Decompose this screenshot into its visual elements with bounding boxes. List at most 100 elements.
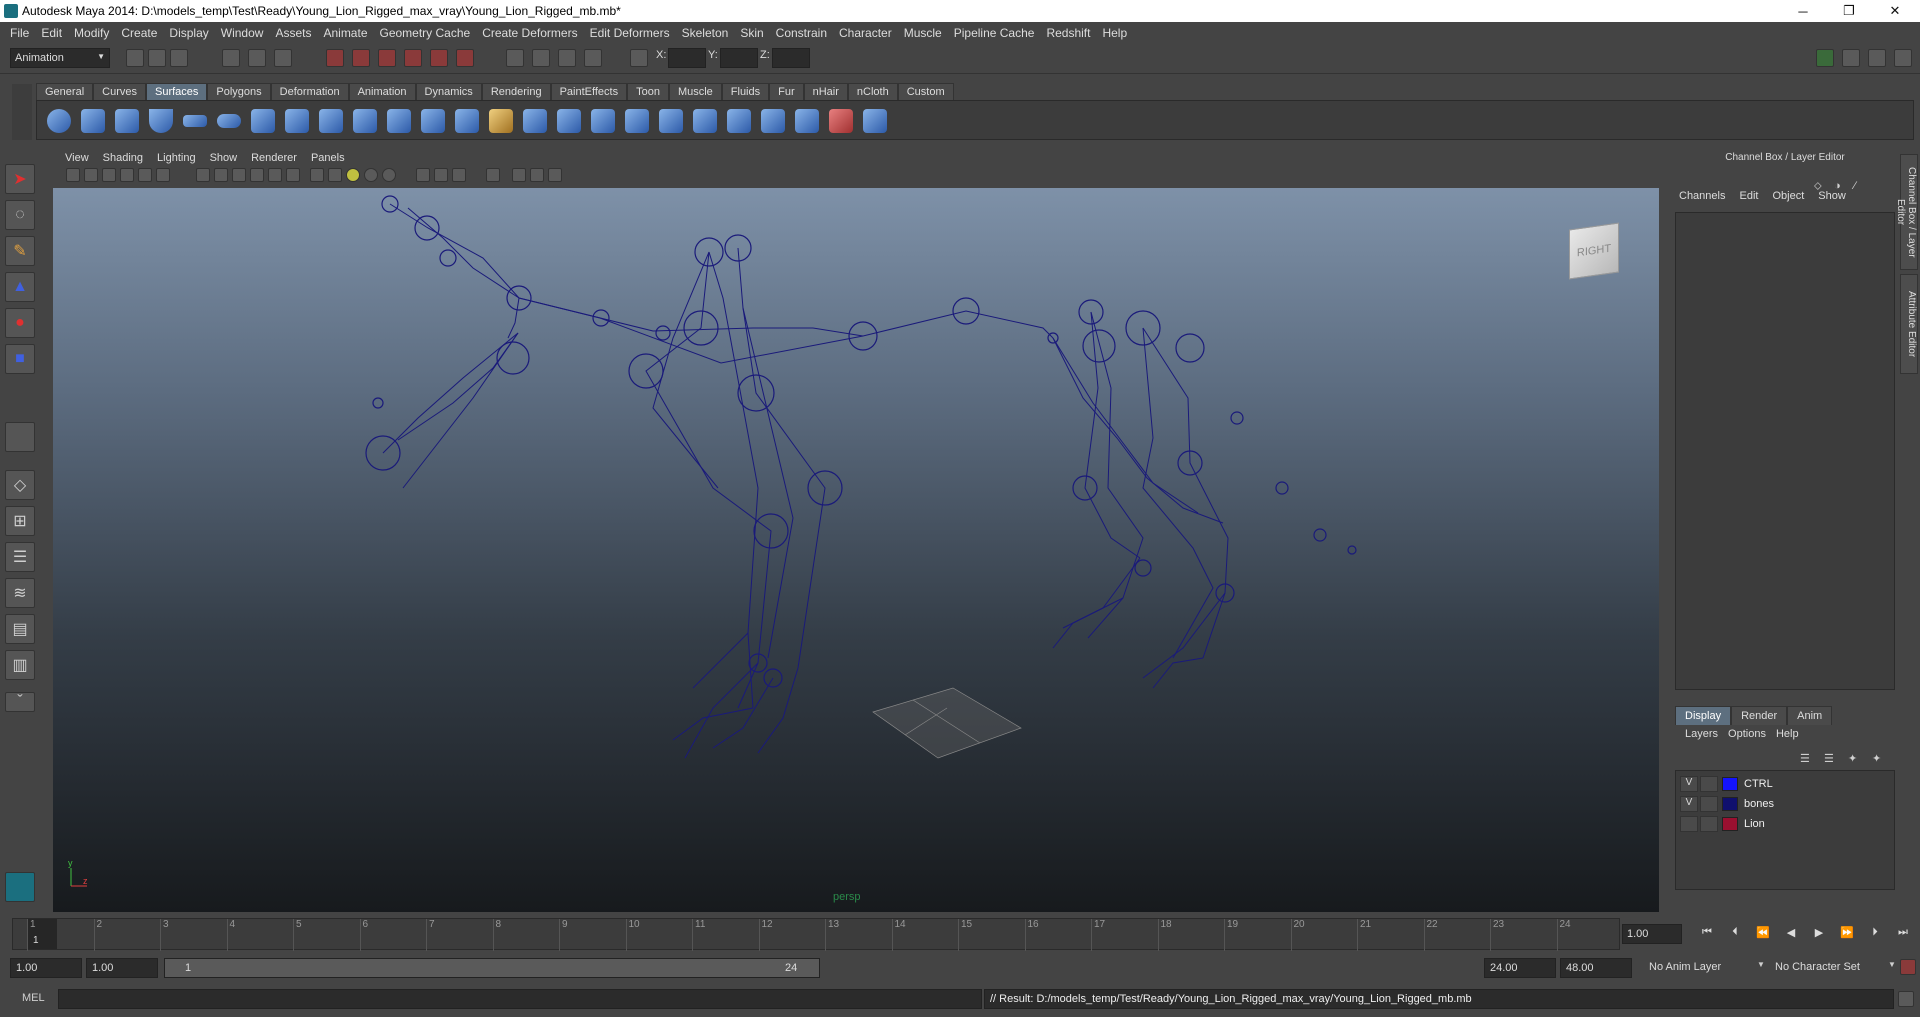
menu-constrain[interactable]: Constrain — [770, 26, 833, 40]
view-cube[interactable]: RIGHT — [1565, 218, 1627, 280]
isolate-select-icon[interactable] — [310, 168, 324, 182]
move-tool-icon[interactable]: ▲ — [5, 272, 35, 302]
menu-set-selector[interactable]: Animation ▼ — [10, 48, 110, 68]
new-layer-icon[interactable]: ✦ — [1848, 752, 1857, 765]
field-chart-icon[interactable] — [530, 168, 544, 182]
menu-file[interactable]: File — [4, 26, 35, 40]
anim-layer-selector[interactable]: No Anim Layer — [1644, 958, 1754, 978]
hud-icon[interactable] — [452, 168, 466, 182]
layer-row[interactable]: V CTRL — [1680, 775, 1892, 793]
make-live-icon[interactable] — [430, 49, 448, 67]
menu-create-deformers[interactable]: Create Deformers — [476, 26, 583, 40]
paint-select-tool-icon[interactable]: ✎ — [5, 236, 35, 266]
loft-icon[interactable] — [285, 109, 309, 133]
panel-menu-lighting[interactable]: Lighting — [150, 152, 203, 164]
snap-curve-icon[interactable] — [352, 49, 370, 67]
command-language-label[interactable]: MEL — [22, 992, 45, 1004]
nurbs-sphere-icon[interactable] — [47, 109, 71, 133]
show-tool-settings-icon[interactable] — [1868, 49, 1886, 67]
render-view-icon[interactable] — [506, 49, 524, 67]
shelf-tab-ncloth[interactable]: nCloth — [847, 83, 898, 100]
select-tool-icon[interactable]: ➤ — [5, 164, 35, 194]
select-object-icon[interactable] — [248, 49, 266, 67]
select-hierarchy-icon[interactable] — [222, 49, 240, 67]
nurbs-cylinder-icon[interactable] — [115, 109, 139, 133]
project-curve-icon[interactable] — [523, 109, 547, 133]
select-component-icon[interactable] — [274, 49, 292, 67]
layout-menu-icon[interactable]: ˇ — [5, 692, 35, 712]
menu-help[interactable]: Help — [1096, 26, 1133, 40]
y-field[interactable] — [720, 48, 758, 68]
multisample-aa-icon[interactable] — [416, 168, 430, 182]
shelf-tab-polygons[interactable]: Polygons — [207, 83, 271, 100]
boundary-icon[interactable] — [455, 109, 479, 133]
nurbs-cone-icon[interactable] — [149, 109, 173, 133]
rebuild-surface-icon[interactable] — [761, 109, 785, 133]
rotate-tool-icon[interactable]: ● — [5, 308, 35, 338]
layer-menu-options[interactable]: Options — [1723, 728, 1771, 740]
end-time-field[interactable]: 48.00 — [1560, 958, 1632, 978]
panel-menu-view[interactable]: View — [58, 152, 96, 164]
layer-tab-display[interactable]: Display — [1675, 706, 1732, 725]
auto-key-icon[interactable] — [1900, 959, 1916, 975]
menu-animate[interactable]: Animate — [317, 26, 373, 40]
depth-of-field-icon[interactable] — [434, 168, 448, 182]
channel-menu-channels[interactable]: Channels — [1672, 190, 1732, 202]
motion-blur-icon[interactable] — [382, 168, 396, 182]
side-tab-attribute-editor[interactable]: Attribute Editor — [1900, 274, 1918, 374]
range-slider[interactable]: 1 24 — [164, 958, 820, 978]
single-perspective-layout-icon[interactable]: ◇ — [5, 470, 35, 500]
scale-tool-icon[interactable]: ■ — [5, 344, 35, 374]
shelf-menu-handle[interactable] — [12, 84, 32, 140]
show-modeling-toolkit-icon[interactable] — [1816, 49, 1834, 67]
playback-end-field[interactable]: 24.00 — [1484, 958, 1556, 978]
layer-row[interactable]: Vbones — [1680, 795, 1892, 813]
planar-icon[interactable] — [319, 109, 343, 133]
textured-icon[interactable] — [250, 168, 264, 182]
sculpt-geometry-icon[interactable] — [795, 109, 819, 133]
bookmarks-icon[interactable] — [102, 168, 116, 182]
close-button[interactable]: ✕ — [1872, 0, 1918, 22]
new-layer-from-selection-icon[interactable]: ✦ — [1872, 752, 1881, 765]
shelf-tab-deformation[interactable]: Deformation — [270, 83, 349, 100]
layer-tab-render[interactable]: Render — [1731, 706, 1788, 725]
xray-icon[interactable] — [328, 168, 342, 182]
open-scene-icon[interactable] — [148, 49, 166, 67]
snap-view-plane-icon[interactable] — [404, 49, 422, 67]
menu-pipeline-cache[interactable]: Pipeline Cache — [948, 26, 1041, 40]
play-forwards-icon[interactable]: ▶ — [1810, 926, 1828, 942]
layer-playback-toggle[interactable] — [1700, 816, 1718, 832]
layer-visibility-toggle[interactable]: V — [1680, 776, 1698, 792]
save-scene-icon[interactable] — [170, 49, 188, 67]
shelf-tab-animation[interactable]: Animation — [348, 83, 416, 100]
last-tool-icon[interactable] — [5, 422, 35, 452]
panel-menu-renderer[interactable]: Renderer — [244, 152, 304, 164]
shelf-tab-general[interactable]: General — [36, 83, 94, 100]
wireframe-icon[interactable] — [196, 168, 210, 182]
panel-menu-shading[interactable]: Shading — [96, 152, 150, 164]
move-layer-down-icon[interactable]: ☰ — [1824, 752, 1834, 765]
new-scene-icon[interactable] — [126, 49, 144, 67]
extrude-icon[interactable] — [353, 109, 377, 133]
square-surface-icon[interactable] — [489, 109, 513, 133]
smooth-shade-icon[interactable] — [214, 168, 228, 182]
magnet-icon[interactable] — [456, 49, 474, 67]
insert-isoparm-icon[interactable] — [727, 109, 751, 133]
perspective-viewport[interactable]: RIGHT yz persp — [53, 188, 1659, 912]
shelf-tab-curves[interactable]: Curves — [93, 83, 146, 100]
layer-visibility-toggle[interactable]: V — [1680, 796, 1698, 812]
safe-action-icon[interactable] — [548, 168, 562, 182]
wireframe-on-shaded-icon[interactable] — [232, 168, 246, 182]
default-light-icon[interactable] — [346, 168, 360, 182]
outliner-graph-layout-icon[interactable]: ▥ — [5, 650, 35, 680]
revolve-icon[interactable] — [251, 109, 275, 133]
restore-button[interactable]: ❐ — [1826, 0, 1872, 22]
outliner-persp-layout-icon[interactable]: ☰ — [5, 542, 35, 572]
four-view-layout-icon[interactable]: ⊞ — [5, 506, 35, 536]
shelf-tab-custom[interactable]: Custom — [897, 83, 954, 100]
image-plane-icon[interactable] — [120, 168, 134, 182]
render-frame-icon[interactable] — [532, 49, 550, 67]
menu-skin[interactable]: Skin — [734, 26, 769, 40]
x-field[interactable] — [668, 48, 706, 68]
channel-menu-object[interactable]: Object — [1765, 190, 1811, 202]
